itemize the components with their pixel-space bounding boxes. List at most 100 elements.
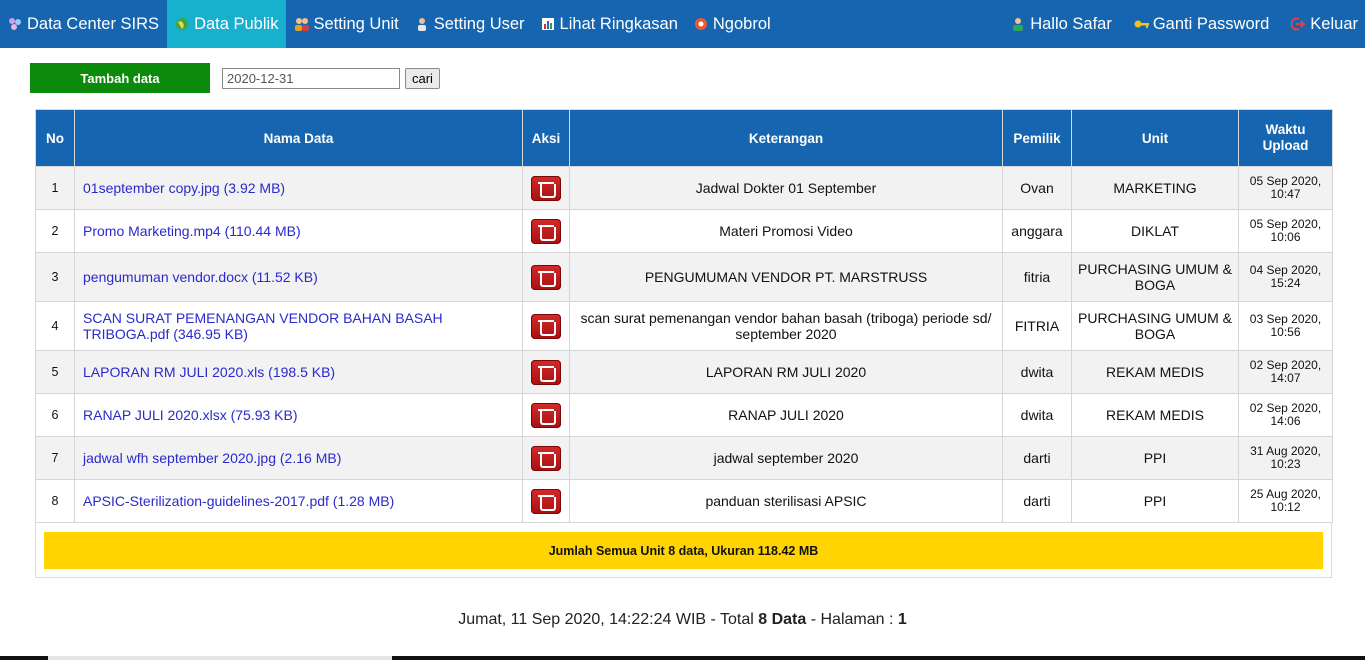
delete-icon[interactable] (531, 445, 561, 471)
scrollbar-thumb[interactable] (48, 656, 392, 660)
toolbar: Tambah data cari (30, 63, 440, 93)
nav-label: Ngobrol (712, 14, 771, 33)
nav-data-publik[interactable]: Data Publik (167, 0, 287, 48)
data-table: No Nama Data Aksi Keterangan Pemilik Uni… (35, 109, 1333, 523)
cell-nama-data-link[interactable]: 01september copy.jpg (3.92 MB) (74, 166, 523, 210)
cell-pemilik: darti (1002, 479, 1072, 523)
cell-keterangan: jadwal september 2020 (569, 436, 1003, 480)
header-no: No (35, 109, 75, 167)
cell-aksi (522, 393, 570, 437)
cell-pemilik: dwita (1002, 393, 1072, 437)
header-unit: Unit (1071, 109, 1239, 167)
table-row: 2 Promo Marketing.mp4 (110.44 MB) Materi P… (35, 209, 1333, 253)
delete-icon[interactable] (531, 402, 561, 428)
upload-date: 31 Aug 2020, (1250, 444, 1321, 458)
delete-icon[interactable] (531, 359, 561, 385)
nav-keluar[interactable]: Keluar (1283, 0, 1365, 48)
nav-data-center-sirs[interactable]: Data Center SIRS (0, 0, 167, 48)
top-navbar: Data Center SIRS Data Publik Setting Uni… (0, 0, 1365, 48)
nav-setting-user[interactable]: Setting User (407, 0, 533, 48)
nav-ngobrol[interactable]: Ngobrol (686, 0, 779, 48)
header-waktu-upload: Waktu Upload (1238, 109, 1333, 167)
cell-pemilik: anggara (1002, 209, 1072, 253)
nav-setting-unit[interactable]: Setting Unit (286, 0, 406, 48)
cell-pemilik: darti (1002, 436, 1072, 480)
header-aksi: Aksi (522, 109, 570, 167)
cell-unit: PURCHASING UMUM & BOGA (1071, 252, 1239, 302)
cell-keterangan: panduan sterilisasi APSIC (569, 479, 1003, 523)
cell-nama-data-link[interactable]: jadwal wfh september 2020.jpg (2.16 MB) (74, 436, 523, 480)
upload-date: 04 Sep 2020, (1249, 263, 1322, 277)
footer-total: 8 Data (758, 611, 807, 628)
users-icon (294, 17, 310, 31)
cell-no: 8 (35, 479, 75, 523)
cell-waktu-upload: 02 Sep 2020, 14:06 (1238, 393, 1333, 437)
data-table-panel: No Nama Data Aksi Keterangan Pemilik Uni… (35, 109, 1333, 578)
delete-icon[interactable] (531, 175, 561, 201)
cell-waktu-upload: 31 Aug 2020, 10:23 (1238, 436, 1333, 480)
header-waktu-line1: Waktu (1265, 122, 1306, 137)
table-body: 1 01september copy.jpg (3.92 MB) Jadwal Do… (35, 166, 1333, 523)
cell-no: 3 (35, 252, 75, 302)
cell-no: 4 (35, 301, 75, 351)
table-header-row: No Nama Data Aksi Keterangan Pemilik Uni… (35, 109, 1333, 167)
cell-waktu-upload: 02 Sep 2020, 14:07 (1238, 350, 1333, 394)
date-input[interactable] (222, 67, 400, 89)
cell-nama-data-link[interactable]: RANAP JULI 2020.xlsx (75.93 KB) (74, 393, 523, 437)
footer-prefix: Jumat, 11 Sep 2020, 14:22:24 WIB - Total (458, 611, 759, 628)
cell-nama-data-link[interactable]: LAPORAN RM JULI 2020.xls (198.5 KB) (74, 350, 523, 394)
cell-keterangan: LAPORAN RM JULI 2020 (569, 350, 1003, 394)
cell-nama-data-link[interactable]: SCAN SURAT PEMENANGAN VENDOR BAHAN BASAH… (74, 301, 523, 351)
delete-icon[interactable] (531, 488, 561, 514)
nav-ganti-password[interactable]: Ganti Password (1126, 0, 1283, 48)
cell-aksi (522, 252, 570, 302)
cell-nama-data-link[interactable]: pengumuman vendor.docx (11.52 KB) (74, 252, 523, 302)
nav-lihat-ringkasan[interactable]: Lihat Ringkasan (533, 0, 686, 48)
globe-icon (175, 17, 189, 31)
report-icon (541, 17, 555, 31)
upload-time: 15:24 (1270, 276, 1301, 290)
table-row: 4 SCAN SURAT PEMENANGAN VENDOR BAHAN BASA… (35, 301, 1333, 351)
key-icon (1134, 17, 1149, 31)
cell-aksi (522, 209, 570, 253)
sirs-logo-icon (8, 17, 22, 31)
cell-unit: REKAM MEDIS (1071, 350, 1239, 394)
cell-no: 7 (35, 436, 75, 480)
search-button[interactable]: cari (405, 67, 440, 89)
footer-page: 1 (897, 611, 907, 628)
header-keterangan: Keterangan (569, 109, 1003, 167)
cell-unit: PPI (1071, 436, 1239, 480)
user-icon (415, 17, 429, 31)
upload-date: 02 Sep 2020, (1249, 358, 1322, 372)
cell-keterangan: PENGUMUMAN VENDOR PT. MARSTRUSS (569, 252, 1003, 302)
header-pemilik: Pemilik (1002, 109, 1072, 167)
upload-time: 10:47 (1270, 187, 1301, 201)
cell-nama-data-link[interactable]: APSIC-Sterilization-guidelines-2017.pdf … (74, 479, 523, 523)
table-row: 1 01september copy.jpg (3.92 MB) Jadwal Do… (35, 166, 1333, 210)
table-row: 7 jadwal wfh september 2020.jpg (2.16 MB)… (35, 436, 1333, 480)
delete-icon[interactable] (531, 218, 561, 244)
cell-keterangan: RANAP JULI 2020 (569, 393, 1003, 437)
cell-pemilik: fitria (1002, 252, 1072, 302)
horizontal-scrollbar[interactable] (0, 656, 1365, 660)
footer-status: Jumat, 11 Sep 2020, 14:22:24 WIB - Total… (0, 611, 1365, 629)
header-nama-data: Nama Data (74, 109, 523, 167)
add-data-button[interactable]: Tambah data (30, 63, 210, 93)
nav-label: Data Center SIRS (27, 14, 160, 33)
delete-icon[interactable] (531, 313, 561, 339)
cell-keterangan: Jadwal Dokter 01 September (569, 166, 1003, 210)
chat-icon (694, 17, 708, 31)
upload-time: 10:23 (1270, 457, 1301, 471)
cell-pemilik: Ovan (1002, 166, 1072, 210)
cell-nama-data-link[interactable]: Promo Marketing.mp4 (110.44 MB) (74, 209, 523, 253)
delete-icon[interactable] (531, 264, 561, 290)
header-waktu-line2: Upload (1262, 138, 1309, 153)
upload-date: 25 Aug 2020, (1250, 487, 1321, 501)
cell-aksi (522, 479, 570, 523)
nav-hallo-safar[interactable]: Hallo Safar (1003, 0, 1126, 48)
cell-pemilik: FITRIA (1002, 301, 1072, 351)
upload-date: 05 Sep 2020, (1249, 174, 1322, 188)
cell-aksi (522, 301, 570, 351)
nav-label: Keluar (1310, 14, 1358, 33)
table-row: 6 RANAP JULI 2020.xlsx (75.93 KB) RANAP JU… (35, 393, 1333, 437)
